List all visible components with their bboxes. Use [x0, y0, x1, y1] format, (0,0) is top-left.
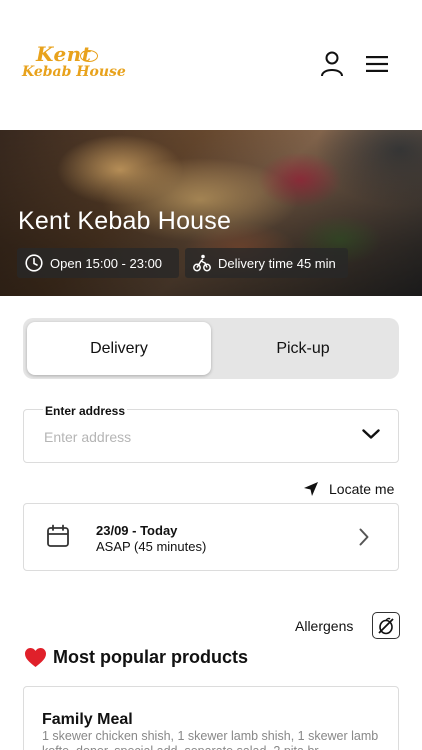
- chevron-down-icon[interactable]: [362, 428, 380, 440]
- clock-icon: [25, 254, 43, 272]
- user-account-button[interactable]: [318, 50, 346, 78]
- bicycle-courier-icon: [193, 254, 211, 272]
- schedule-time: ASAP (45 minutes): [96, 539, 207, 554]
- chevron-right-icon: [359, 528, 369, 546]
- popular-products-title: Most popular products: [53, 647, 248, 667]
- opening-hours-chip: Open 15:00 - 23:00: [17, 248, 179, 278]
- delivery-time-chip: Delivery time 45 min: [185, 248, 348, 278]
- heart-icon: [25, 647, 46, 668]
- locate-me-label: Locate me: [329, 481, 395, 497]
- opening-hours-text: Open 15:00 - 23:00: [50, 255, 163, 271]
- address-label: Enter address: [43, 404, 128, 418]
- order-type-toggle: Delivery Pick-up: [23, 318, 399, 379]
- locate-me-button[interactable]: Locate me: [303, 479, 394, 499]
- restaurant-name: Kent Kebab House: [18, 207, 232, 235]
- pickup-tab[interactable]: Pick-up: [211, 322, 395, 375]
- popular-products-heading: Most popular products: [24, 647, 248, 668]
- logo-line2: Kebab House: [22, 64, 126, 80]
- delivery-tab[interactable]: Delivery: [27, 322, 211, 375]
- delivery-schedule-selector[interactable]: 23/09 - Today ASAP (45 minutes): [23, 503, 399, 571]
- schedule-date: 23/09 - Today: [96, 523, 178, 538]
- location-arrow-icon: [304, 482, 318, 496]
- brand-logo[interactable]: Kent Kebab House: [22, 42, 126, 88]
- allergen-icon: [378, 617, 394, 634]
- hamburger-menu-icon: [366, 56, 388, 72]
- address-input[interactable]: [44, 429, 344, 445]
- logo-swirl: [80, 50, 98, 62]
- restaurant-hero-banner: Kent Kebab House Open 15:00 - 23:00 Deli…: [0, 130, 422, 296]
- allergens-label[interactable]: Allergens: [295, 618, 353, 634]
- calendar-icon: [47, 524, 69, 547]
- product-card[interactable]: Family Meal 1 skewer chicken shish, 1 sk…: [23, 686, 399, 750]
- delivery-time-text: Delivery time 45 min: [218, 255, 336, 271]
- allergens-button[interactable]: [372, 612, 400, 639]
- menu-button[interactable]: [363, 50, 391, 78]
- user-icon: [321, 51, 343, 77]
- app-header: Kent Kebab House: [0, 0, 422, 130]
- product-description: 1 skewer chicken shish, 1 skewer lamb sh…: [42, 729, 379, 750]
- product-name: Family Meal: [42, 711, 133, 728]
